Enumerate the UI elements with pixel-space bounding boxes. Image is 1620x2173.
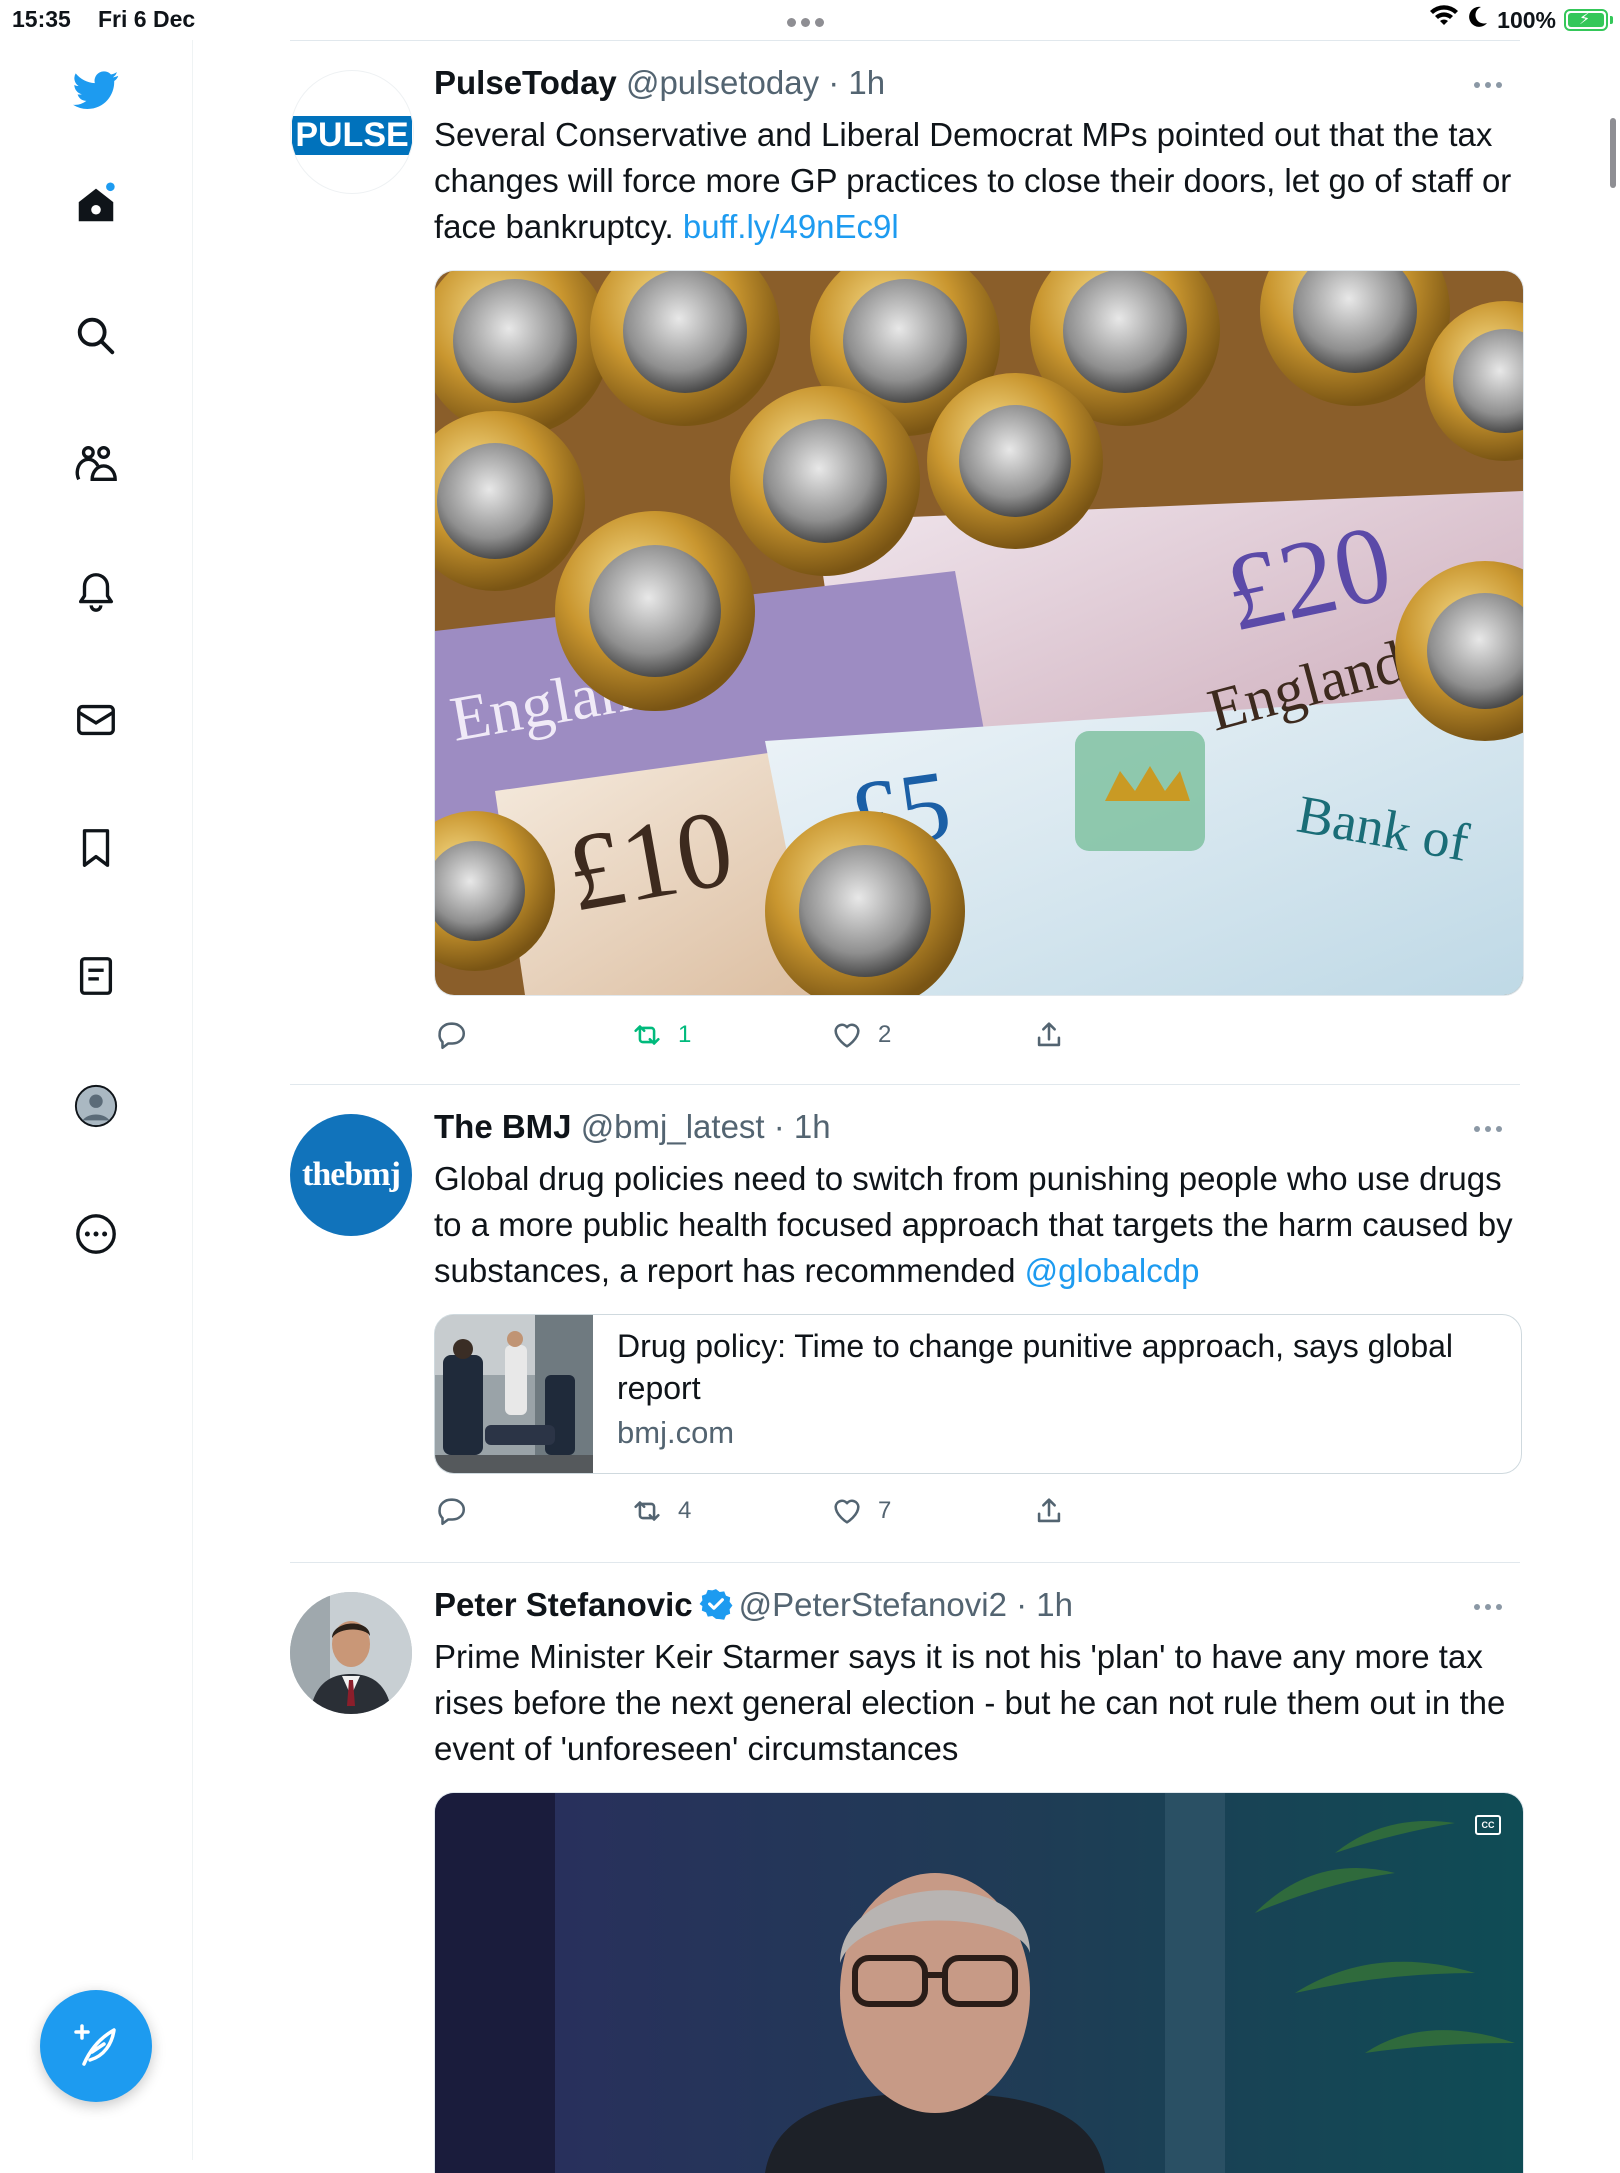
tweet-body: Prime Minister Keir Starmer says it is n… [434, 1638, 1506, 1767]
tweet-actions: 4 7 [434, 1494, 1234, 1534]
tweet-video[interactable]: CC [434, 1792, 1524, 2173]
communities-icon[interactable] [68, 436, 124, 492]
compose-tweet-button[interactable] [40, 1990, 152, 2102]
like-count: 7 [878, 1497, 892, 1524]
more-options-icon[interactable] [68, 1206, 124, 1262]
tweet-header: PulseToday @pulsetoday · 1h [434, 64, 886, 101]
retweet-button[interactable]: 4 [630, 1494, 691, 1528]
card-thumbnail [435, 1315, 593, 1473]
author-handle[interactable]: @PeterStefanovi2 [739, 1586, 1007, 1623]
search-icon[interactable] [68, 308, 124, 364]
share-icon [1037, 1022, 1061, 1047]
author-handle[interactable]: @pulsetoday [626, 64, 819, 101]
tweet-text: Prime Minister Keir Starmer says it is n… [434, 1634, 1514, 1772]
closed-captions-icon[interactable]: CC [1475, 1815, 1501, 1835]
share-button[interactable] [1032, 1494, 1066, 1528]
status-date: Fri 6 Dec [98, 6, 196, 32]
like-count: 2 [878, 1021, 892, 1048]
feather-plus-icon [74, 2024, 116, 2066]
avatar[interactable]: thebmj [290, 1114, 412, 1236]
tweet-time[interactable]: 1h [794, 1108, 831, 1145]
status-bar: 15:35 Fri 6 Dec 100% ⚡ [0, 0, 1620, 40]
share-icon [1037, 1498, 1061, 1523]
tweet-header: The BMJ @bmj_latest · 1h [434, 1108, 831, 1145]
retweet-count: 1 [678, 1021, 692, 1048]
like-button[interactable]: 7 [830, 1494, 891, 1528]
notifications-icon[interactable] [68, 564, 124, 620]
status-right: 100% ⚡ [1429, 4, 1613, 36]
profile-avatar-icon[interactable] [68, 1078, 124, 1134]
retweet-button[interactable]: 1 [630, 1018, 691, 1052]
tweet-time[interactable]: 1h [848, 64, 885, 101]
tweet-image-money[interactable]: £20 England £10 £5 England Bank of [434, 270, 1524, 996]
reply-icon [438, 1022, 465, 1050]
battery-icon: ⚡ [1564, 9, 1613, 31]
more-menu-icon[interactable] [1474, 1126, 1502, 1132]
retweet-icon [634, 1025, 660, 1045]
tweet-body: Several Conservative and Liberal Democra… [434, 116, 1512, 245]
tweet-text: Several Conservative and Liberal Democra… [434, 112, 1514, 250]
avatar-logo-text: thebmj [302, 1156, 401, 1193]
tweet-peter-stefanovic[interactable]: Peter Stefanovic @PeterStefanovi2 · 1h Pr… [290, 1562, 1524, 2173]
author-name[interactable]: PulseToday [434, 64, 617, 101]
tweet-header: Peter Stefanovic @PeterStefanovi2 · 1h [434, 1586, 1073, 1623]
scroll-indicator[interactable] [1610, 118, 1616, 188]
status-time: 15:35 [12, 6, 71, 32]
sidebar [0, 40, 193, 2160]
multitasking-dots-icon[interactable] [787, 14, 833, 27]
more-menu-icon[interactable] [1474, 1604, 1502, 1610]
verified-badge-icon [699, 1589, 733, 1621]
author-name[interactable]: Peter Stefanovic [434, 1586, 693, 1623]
author-name[interactable]: The BMJ [434, 1108, 572, 1145]
tweet-pulsetoday[interactable]: PULSE PulseToday @pulsetoday · 1h Severa… [290, 40, 1524, 1084]
battery-percent: 100% [1497, 6, 1556, 33]
like-button[interactable]: 2 [830, 1018, 891, 1052]
bookmarks-icon[interactable] [68, 820, 124, 876]
more-menu-icon[interactable] [1474, 82, 1502, 88]
tweet-body: Global drug policies need to switch from… [434, 1160, 1513, 1289]
reply-button[interactable] [434, 1494, 482, 1528]
lists-icon[interactable] [68, 948, 124, 1004]
video-frame [435, 1793, 1523, 2173]
tweet-bmj[interactable]: thebmj The BMJ @bmj_latest · 1h Global d… [290, 1084, 1522, 1562]
twitter-logo-icon[interactable] [68, 62, 124, 118]
home-icon[interactable] [68, 176, 124, 232]
wifi-icon [1429, 5, 1459, 35]
card-domain: bmj.com [617, 1415, 735, 1450]
author-handle[interactable]: @bmj_latest [581, 1108, 765, 1145]
retweet-count: 4 [678, 1497, 692, 1524]
cc-label: CC [1481, 1820, 1495, 1830]
heart-icon [834, 1023, 860, 1048]
reply-button[interactable] [434, 1018, 482, 1052]
money-image: £20 England £10 £5 England Bank of [435, 271, 1523, 995]
link-card[interactable]: Drug policy: Time to change punitive app… [434, 1314, 1522, 1474]
tweet-link[interactable]: buff.ly/49nEc9l [683, 208, 899, 245]
avatar-logo-text: PULSE [292, 115, 412, 155]
tweet-actions: 1 2 [434, 1018, 1234, 1058]
reply-icon [438, 1498, 465, 1526]
share-button[interactable] [1032, 1018, 1066, 1052]
avatar[interactable]: PULSE [290, 70, 414, 194]
tweet-time[interactable]: 1h [1036, 1586, 1073, 1623]
avatar[interactable] [290, 1592, 412, 1714]
messages-icon[interactable] [68, 692, 124, 748]
avatar-photo [290, 1592, 412, 1714]
heart-icon [834, 1499, 860, 1524]
card-title[interactable]: Drug policy: Time to change punitive app… [617, 1325, 1477, 1409]
tweet-text: Global drug policies need to switch from… [434, 1156, 1514, 1294]
moon-icon [1467, 5, 1489, 35]
retweet-icon [634, 1501, 660, 1521]
mention-link[interactable]: @globalcdp [1025, 1252, 1200, 1289]
